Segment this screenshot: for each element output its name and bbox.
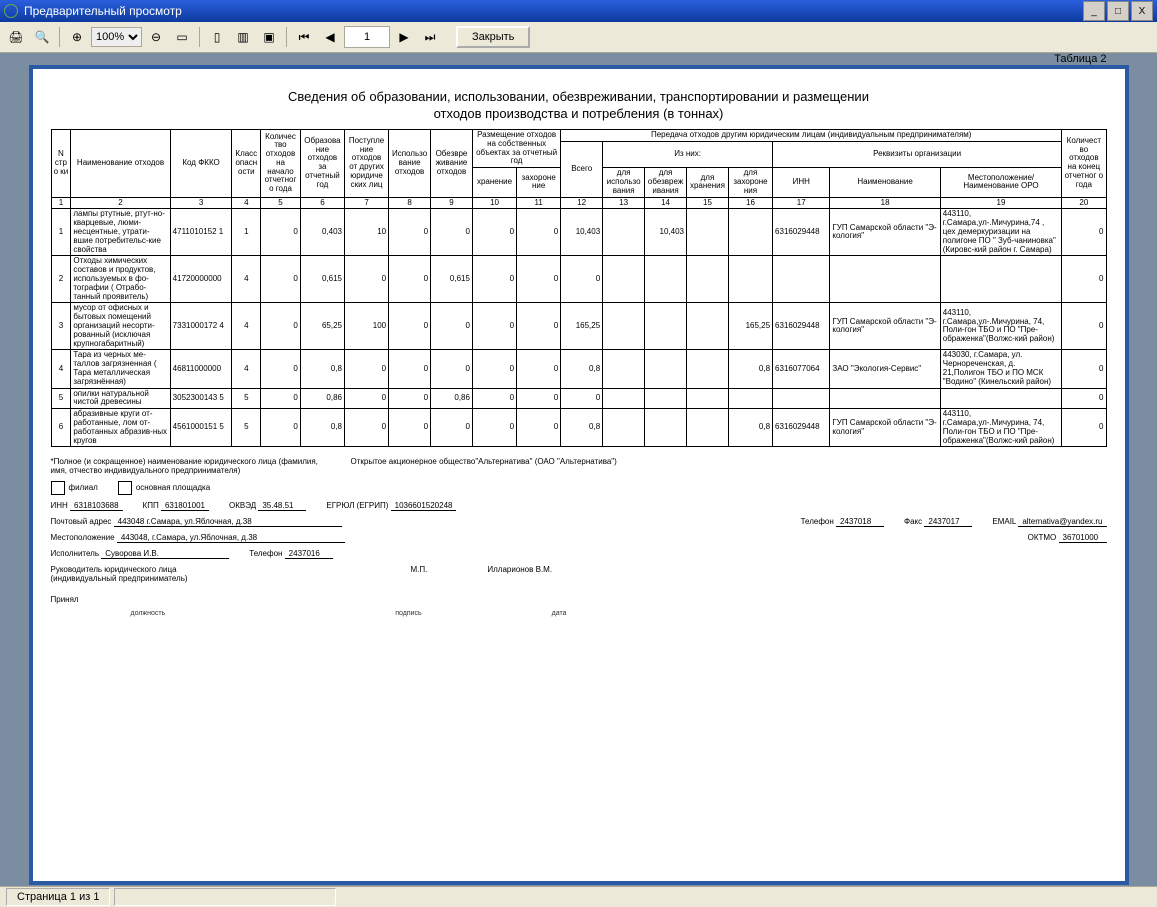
col-num: 5	[261, 197, 301, 209]
titlebar: Предварительный просмотр _ □ X	[0, 0, 1157, 22]
window-title: Предварительный просмотр	[24, 4, 182, 18]
col-num: 7	[344, 197, 388, 209]
footnote: *Полное (и сокращенное) наименование юри…	[51, 457, 331, 475]
minimize-button[interactable]: _	[1083, 1, 1105, 21]
col-num: 13	[603, 197, 645, 209]
col-num: 17	[773, 197, 830, 209]
main-site-checkbox	[118, 481, 132, 495]
table-number: Таблица 2	[1054, 53, 1106, 65]
statusbar: Страница 1 из 1	[0, 886, 1157, 907]
view-continuous-icon[interactable]: ▥	[231, 25, 255, 49]
table-row: 3мусор от офисных и бытовых помещений ор…	[51, 303, 1106, 350]
col-num: 9	[431, 197, 473, 209]
col-num: 16	[728, 197, 772, 209]
col-num: 1	[51, 197, 71, 209]
last-page-icon[interactable]: ⏭	[418, 25, 442, 49]
filial-checkbox	[51, 481, 65, 495]
zoom-out-icon[interactable]: ⊖	[144, 25, 168, 49]
prev-page-icon[interactable]: ◀	[318, 25, 342, 49]
zoom-select[interactable]: 100%	[91, 27, 142, 47]
table-row: 4Тара из черных ме-таллов загрязненная (…	[51, 350, 1106, 388]
preview-area: Таблица 2 Сведения об образовании, испол…	[0, 53, 1157, 886]
table-row: 2Отходы химических составов и продуктов,…	[51, 256, 1106, 303]
doc-title-2: отходов производства и потребления (в то…	[51, 106, 1107, 121]
col-num: 6	[300, 197, 344, 209]
col-num: 19	[940, 197, 1061, 209]
org-full-name: Открытое акционерное общество"Альтернати…	[351, 457, 1107, 475]
report-table: N стро ки Наименование отходов Код ФККО …	[51, 129, 1107, 447]
zoom-in-icon[interactable]: ⊕	[65, 25, 89, 49]
close-button[interactable]: Закрыть	[456, 26, 530, 48]
col-num: 4	[232, 197, 261, 209]
search-icon[interactable]: 🔍	[30, 25, 54, 49]
col-num: 20	[1062, 197, 1106, 209]
col-num: 18	[830, 197, 940, 209]
status-page: Страница 1 из 1	[6, 888, 110, 906]
next-page-icon[interactable]: ▶	[392, 25, 416, 49]
col-num: 8	[389, 197, 431, 209]
fit-page-icon[interactable]: ▭	[170, 25, 194, 49]
col-num: 12	[561, 197, 603, 209]
print-icon[interactable]: 🖨	[4, 25, 28, 49]
first-page-icon[interactable]: ⏮	[292, 25, 316, 49]
table-row: 6абразивные круги от-работанные, лом от-…	[51, 409, 1106, 447]
col-num: 10	[472, 197, 516, 209]
doc-title-1: Сведения об образовании, использовании, …	[51, 89, 1107, 104]
view-facing-icon[interactable]: ▣	[257, 25, 281, 49]
footer: *Полное (и сокращенное) наименование юри…	[51, 457, 1107, 617]
view-single-icon[interactable]: ▯	[205, 25, 229, 49]
maximize-button[interactable]: □	[1107, 1, 1129, 21]
report-page: Таблица 2 Сведения об образовании, испол…	[29, 65, 1129, 885]
col-num: 11	[517, 197, 561, 209]
col-num: 2	[71, 197, 170, 209]
toolbar: 🖨 🔍 ⊕ 100% ⊖ ▭ ▯ ▥ ▣ ⏮ ◀ ▶ ⏭ Закрыть	[0, 22, 1157, 53]
table-row: 5опилки натуральной чистой древесины3052…	[51, 388, 1106, 409]
close-window-button[interactable]: X	[1131, 1, 1153, 21]
col-num: 14	[645, 197, 687, 209]
col-num: 15	[687, 197, 729, 209]
table-row: 1лампы ртутные, ртут-но-кварцевые, люми-…	[51, 209, 1106, 256]
col-num: 3	[170, 197, 232, 209]
page-input[interactable]	[344, 26, 390, 48]
app-icon	[4, 4, 18, 18]
